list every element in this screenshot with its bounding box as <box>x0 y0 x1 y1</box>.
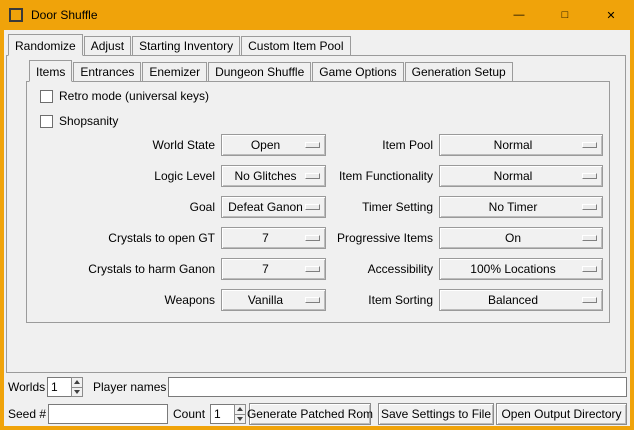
logic-level-label: Logic Level <box>27 165 215 187</box>
worlds-spinbox <box>47 377 83 397</box>
worlds-spin-buttons <box>71 377 83 397</box>
option-row: Crystals to open GT 7 Progressive Items … <box>27 227 611 249</box>
worlds-input[interactable] <box>47 377 71 397</box>
count-input[interactable] <box>210 404 234 424</box>
timer-setting-dropdown[interactable]: No Timer <box>439 196 603 218</box>
item-functionality-value: Normal <box>494 169 533 183</box>
retro-mode-label: Retro mode (universal keys) <box>59 89 209 104</box>
accessibility-dropdown[interactable]: 100% Locations <box>439 258 603 280</box>
worlds-label: Worlds <box>8 377 45 397</box>
accessibility-value: 100% Locations <box>470 262 555 276</box>
worlds-increment-button[interactable] <box>71 377 83 388</box>
progressive-items-value: On <box>505 231 521 245</box>
dropdown-indicator-icon <box>582 204 597 210</box>
door-shuffle-window: Door Shuffle — □ ✕ Randomize Adjust Star… <box>0 0 634 430</box>
window-title: Door Shuffle <box>31 8 98 22</box>
items-pane: Retro mode (universal keys) Shopsanity W… <box>26 81 610 323</box>
tab-enemizer[interactable]: Enemizer <box>142 62 207 81</box>
item-sorting-dropdown[interactable]: Balanced <box>439 289 603 311</box>
retro-mode-checkbox[interactable] <box>40 90 53 103</box>
maximize-button[interactable]: □ <box>542 0 588 30</box>
app-icon <box>9 8 23 22</box>
shopsanity-label: Shopsanity <box>59 114 118 129</box>
item-functionality-label: Item Functionality <box>247 165 433 187</box>
worlds-decrement-button[interactable] <box>71 388 83 398</box>
option-row: Crystals to harm Ganon 7 Accessibility 1… <box>27 258 611 280</box>
tab-generation-setup[interactable]: Generation Setup <box>405 62 513 81</box>
count-decrement-button[interactable] <box>234 415 246 425</box>
item-sorting-label: Item Sorting <box>247 289 433 311</box>
seed-input[interactable] <box>48 404 168 424</box>
option-row: Weapons Vanilla Item Sorting Balanced <box>27 289 611 311</box>
tab-starting-inventory[interactable]: Starting Inventory <box>132 36 240 55</box>
open-output-directory-button[interactable]: Open Output Directory <box>496 403 627 425</box>
world-state-label: World State <box>27 134 215 156</box>
save-settings-button[interactable]: Save Settings to File <box>378 403 494 425</box>
tab-randomize[interactable]: Randomize <box>8 34 83 56</box>
option-row: Logic Level No Glitches Item Functionali… <box>27 165 611 187</box>
goal-label: Goal <box>27 196 215 218</box>
up-arrow-icon <box>237 407 243 411</box>
item-pool-dropdown[interactable]: Normal <box>439 134 603 156</box>
crystals-gt-label: Crystals to open GT <box>27 227 215 249</box>
dropdown-indicator-icon <box>582 173 597 179</box>
progressive-items-label: Progressive Items <box>247 227 433 249</box>
player-names-label: Player names <box>93 377 166 397</box>
main-tab-bar: Randomize Adjust Starting Inventory Cust… <box>8 33 352 55</box>
option-row: Goal Defeat Ganon Timer Setting No Timer <box>27 196 611 218</box>
progressive-items-dropdown[interactable]: On <box>439 227 603 249</box>
down-arrow-icon <box>74 390 80 394</box>
item-pool-value: Normal <box>494 138 533 152</box>
window-content: Randomize Adjust Starting Inventory Cust… <box>4 30 630 426</box>
randomize-pane: Items Entrances Enemizer Dungeon Shuffle… <box>6 55 626 373</box>
player-names-input[interactable] <box>168 377 627 397</box>
dropdown-indicator-icon <box>582 235 597 241</box>
count-label: Count <box>173 404 205 424</box>
accessibility-label: Accessibility <box>247 258 433 280</box>
option-row: World State Open Item Pool Normal <box>27 134 611 156</box>
crystals-ganon-label: Crystals to harm Ganon <box>27 258 215 280</box>
item-functionality-dropdown[interactable]: Normal <box>439 165 603 187</box>
titlebar[interactable]: Door Shuffle — □ ✕ <box>0 0 634 30</box>
up-arrow-icon <box>74 380 80 384</box>
dropdown-indicator-icon <box>582 266 597 272</box>
down-arrow-icon <box>237 417 243 421</box>
timer-setting-value: No Timer <box>489 200 538 214</box>
tab-custom-item-pool[interactable]: Custom Item Pool <box>241 36 350 55</box>
count-spinbox <box>210 404 246 424</box>
item-sorting-value: Balanced <box>488 293 538 307</box>
tab-adjust[interactable]: Adjust <box>84 36 131 55</box>
tab-items[interactable]: Items <box>29 60 72 82</box>
weapons-label: Weapons <box>27 289 215 311</box>
minimize-button[interactable]: — <box>496 0 542 30</box>
dropdown-indicator-icon <box>582 297 597 303</box>
shopsanity-checkbox[interactable] <box>40 115 53 128</box>
window-controls: — □ ✕ <box>496 0 634 30</box>
dropdown-indicator-icon <box>582 142 597 148</box>
sub-tab-bar: Items Entrances Enemizer Dungeon Shuffle… <box>29 59 514 81</box>
close-button[interactable]: ✕ <box>588 0 634 30</box>
generate-patched-rom-button[interactable]: Generate Patched Rom <box>249 403 371 425</box>
tab-dungeon-shuffle[interactable]: Dungeon Shuffle <box>208 62 311 81</box>
timer-setting-label: Timer Setting <box>247 196 433 218</box>
tab-entrances[interactable]: Entrances <box>73 62 141 81</box>
count-increment-button[interactable] <box>234 404 246 415</box>
seed-label: Seed # <box>8 404 46 424</box>
count-spin-buttons <box>234 404 246 424</box>
tab-game-options[interactable]: Game Options <box>312 62 403 81</box>
item-pool-label: Item Pool <box>247 134 433 156</box>
